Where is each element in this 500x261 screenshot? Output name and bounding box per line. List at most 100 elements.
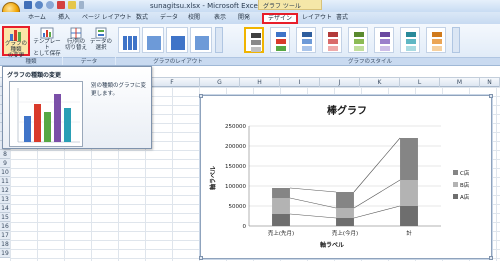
switch-row-column-label-2: 切り替え [64, 45, 87, 51]
window-title: sunagitsu.xlsx - Microsoft Excel [150, 2, 260, 10]
row-header[interactable]: 12 [0, 186, 10, 195]
tab-formulas[interactable]: 数式 [136, 13, 148, 23]
chart-style-2-bar-c [276, 46, 286, 51]
chart-resize-handle[interactable] [489, 256, 493, 260]
font-color-icon[interactable] [68, 1, 76, 9]
save-as-template-button[interactable]: テンプレート として保存 [32, 26, 62, 57]
legend-label: C店 [460, 169, 470, 177]
column-header[interactable]: M [440, 78, 480, 87]
chart-style-6[interactable] [374, 27, 394, 53]
column-header[interactable]: F [145, 78, 200, 87]
change-chart-type-button[interactable]: グラフの種類 の変更 [2, 26, 30, 59]
row-header[interactable]: 10 [0, 168, 10, 177]
legend-swatch [453, 170, 458, 175]
chart-layout-2[interactable] [142, 27, 164, 53]
chart-style-8[interactable] [426, 27, 446, 53]
chart-resize-handle[interactable] [199, 94, 203, 98]
chart-style-7-bar-c [406, 46, 416, 51]
bar-segment [272, 214, 290, 226]
series-line [353, 205, 401, 219]
tab-developer[interactable]: 開発 [238, 13, 250, 23]
embedded-chart[interactable]: 棒グラフ 0 50000 100000 150000 200000 250000 売上(先月… [199, 94, 493, 260]
chart-layout-2-bars-icon [147, 36, 161, 50]
chart-style-3-bar-a [302, 32, 312, 37]
y-axis-title[interactable]: 軸ラベル [209, 166, 217, 190]
chart-legend[interactable]: C店 B店 A店 [453, 169, 470, 201]
chart-style-8-bar-b [432, 39, 442, 44]
bar-segment [400, 180, 418, 206]
tab-view[interactable]: 表示 [214, 13, 226, 23]
chart-resize-handle[interactable] [489, 94, 493, 98]
x-tick-label: 計 [406, 229, 412, 237]
row-header[interactable]: 13 [0, 195, 10, 204]
quick-access-toolbar [24, 1, 84, 9]
undo-icon[interactable] [35, 1, 43, 9]
chart-style-2[interactable] [270, 27, 290, 53]
row-header[interactable]: 17 [0, 231, 10, 240]
tab-insert[interactable]: 挿入 [58, 13, 70, 23]
sort-icon[interactable] [57, 1, 65, 9]
chart-layout-1[interactable] [118, 27, 140, 53]
column-header[interactable]: J [320, 78, 360, 87]
chart-style-1[interactable] [244, 27, 264, 53]
row-header[interactable]: 11 [0, 177, 10, 186]
chart-style-5[interactable] [348, 27, 368, 53]
save-icon[interactable] [24, 1, 32, 9]
row-header[interactable]: 8 [0, 150, 10, 159]
column-header[interactable]: I [280, 78, 320, 87]
tab-review[interactable]: 校閲 [188, 13, 200, 23]
tooltip-description: 別の種類のグラフに変更します。 [91, 83, 147, 97]
chart-style-scroll[interactable] [452, 27, 460, 53]
column-header[interactable]: K [360, 78, 400, 87]
row-header[interactable]: 9 [0, 159, 10, 168]
column-header[interactable]: L [400, 78, 440, 87]
template-icon [40, 27, 54, 39]
change-chart-type-label-1: グラフの種類 [4, 41, 27, 53]
tab-layout[interactable]: レイアウト [302, 13, 332, 23]
row-header[interactable]: 18 [0, 240, 10, 249]
chart-style-7[interactable] [400, 27, 420, 53]
bar-segment [272, 198, 290, 214]
chart-style-8-bar-a [432, 32, 442, 37]
x-axis-title[interactable]: 軸ラベル [320, 241, 344, 249]
tab-format[interactable]: 書式 [336, 13, 348, 23]
tab-page-layout[interactable]: ページ レイアウト [82, 13, 132, 23]
chart-style-4[interactable] [322, 27, 342, 53]
column-header[interactable]: G [200, 78, 240, 87]
chart-layout-scroll[interactable] [215, 27, 223, 53]
chart-style-8-bar-c [432, 46, 442, 51]
y-tick-label: 200000 [225, 144, 246, 150]
row-header[interactable]: 15 [0, 213, 10, 222]
chart-type-icon [10, 30, 21, 41]
column-header[interactable]: N [480, 78, 500, 87]
tab-home[interactable]: ホーム [28, 13, 46, 23]
select-data-button[interactable]: データの 選択 [89, 26, 113, 56]
row-header[interactable]: 19 [0, 249, 10, 258]
chart-layout-4[interactable] [190, 27, 212, 53]
y-tick-label: 150000 [225, 164, 246, 170]
select-data-label-2: 選択 [95, 45, 107, 51]
chart-title[interactable]: 棒グラフ [327, 104, 367, 117]
chart-style-6-bar-c [380, 46, 390, 51]
chart-style-3[interactable] [296, 27, 316, 53]
redo-icon[interactable] [46, 1, 54, 9]
row-header[interactable]: 16 [0, 222, 10, 231]
chart-style-4-bar-b [328, 39, 338, 44]
switch-row-column-button[interactable]: 行/列の 切り替え [64, 26, 88, 56]
chart-style-3-bar-c [302, 46, 312, 51]
tooltip-chart-preview-graphic [17, 88, 80, 143]
tab-design[interactable]: デザイン [262, 13, 299, 24]
chart-style-gallery [240, 24, 500, 57]
bar-segment [336, 208, 354, 218]
qat-customize-icon[interactable] [79, 1, 84, 9]
plot-area[interactable]: 0 50000 100000 150000 200000 250000 売上(先月) 売上(今… [225, 124, 441, 237]
row-header[interactable]: 14 [0, 204, 10, 213]
series-line [289, 197, 337, 209]
change-chart-type-tooltip: グラフの種類の変更 別の種類のグラフに変更します。 [2, 66, 152, 149]
series-line [289, 187, 337, 193]
column-header[interactable]: H [240, 78, 280, 87]
tab-data[interactable]: データ [160, 13, 178, 23]
chart-style-5-bar-c [354, 46, 364, 51]
chart-resize-handle[interactable] [199, 256, 203, 260]
chart-layout-3[interactable] [166, 27, 188, 53]
